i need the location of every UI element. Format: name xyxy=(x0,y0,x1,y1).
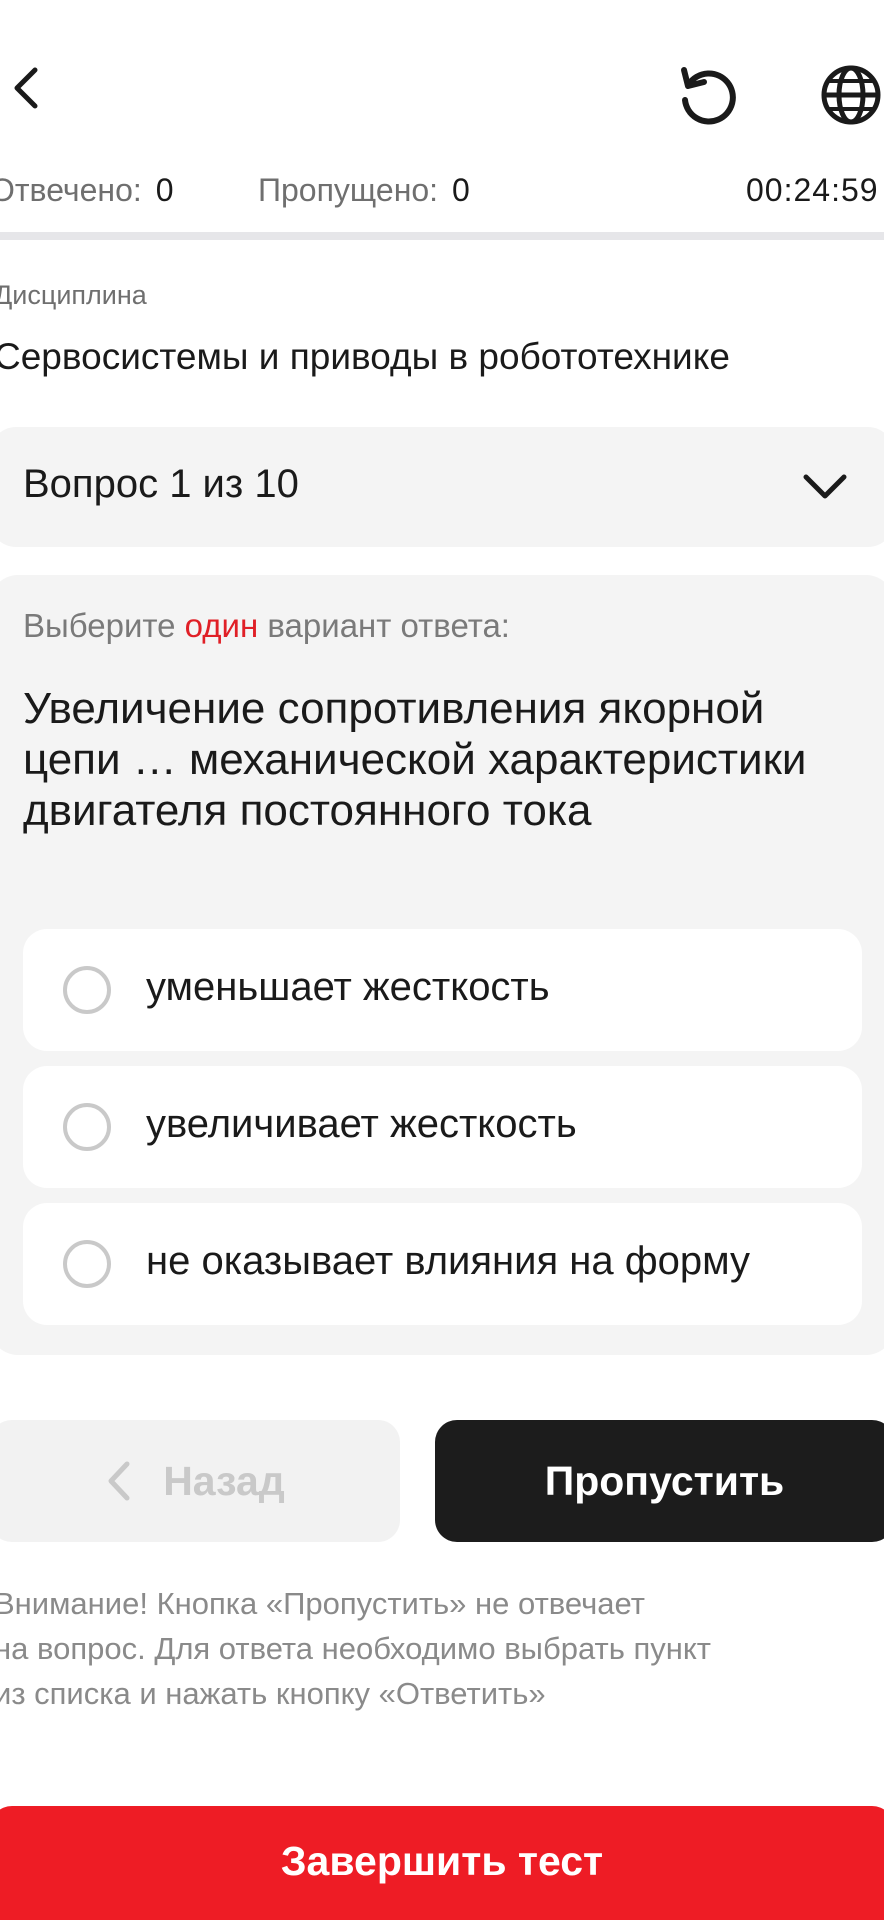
notice-line: из списка и нажать кнопку «Ответить» xyxy=(0,1676,546,1711)
finish-button-label: Завершить тест xyxy=(280,1837,604,1884)
option-label: уменьшает жесткость xyxy=(146,965,550,1009)
reload-icon[interactable] xyxy=(675,62,741,128)
answered-stat: Отвечено: 0 xyxy=(0,172,174,209)
notice-line: на вопрос. Для ответа необходимо выбрать… xyxy=(0,1631,711,1666)
radio-button[interactable] xyxy=(63,1240,111,1288)
back-icon[interactable] xyxy=(6,62,46,114)
skipped-stat: Пропущено: 0 xyxy=(258,172,470,209)
answer-instruction: Выберите один вариант ответа: xyxy=(23,607,510,645)
globe-icon-svg xyxy=(821,65,881,125)
discipline-value: Сервосистемы и приводы в робототехнике xyxy=(0,336,730,377)
skipped-value: 0 xyxy=(452,172,470,208)
finish-test-button[interactable]: Завершить тест xyxy=(0,1806,884,1920)
skip-notice: Внимание! Кнопка «Пропустить» не отвечае… xyxy=(0,1581,874,1716)
test-screen: Отвечено: 0 Пропущено: 0 00:24:59 Дисципли… xyxy=(0,0,884,1920)
question-text: Увеличение сопротивления якорной цепи … … xyxy=(23,684,807,835)
skip-button-label: Пропустить xyxy=(544,1457,785,1504)
option-label: увеличивает жесткость xyxy=(146,1102,577,1146)
divider xyxy=(0,232,884,240)
globe-icon[interactable] xyxy=(818,62,884,128)
skipped-label: Пропущено: xyxy=(258,172,439,208)
reload-icon-svg xyxy=(681,67,736,125)
radio-button[interactable] xyxy=(63,1103,111,1151)
answer-option[interactable]: уменьшает жесткость xyxy=(23,929,862,1051)
prev-question-button[interactable]: Назад xyxy=(0,1420,400,1542)
skip-button[interactable]: Пропустить xyxy=(435,1420,884,1542)
timer: 00:24:59 xyxy=(746,172,879,208)
radio-button[interactable] xyxy=(63,966,111,1014)
notice-line: Внимание! Кнопка «Пропустить» не отвечае… xyxy=(0,1586,645,1621)
stats-bar: Отвечено: 0 Пропущено: 0 00:24:59 xyxy=(0,172,884,222)
prev-button-label: Назад xyxy=(163,1457,285,1504)
discipline-label: Дисциплина xyxy=(0,280,147,310)
instruction-highlight: один xyxy=(184,607,259,644)
chevron-down-icon xyxy=(803,474,847,499)
instruction-post: вариант ответа: xyxy=(267,607,510,644)
question-card: Выберите один вариант ответа: Увеличение… xyxy=(0,575,884,1355)
chevron-left-icon xyxy=(108,1461,130,1501)
chevron-left-icon xyxy=(14,67,38,109)
instruction-pre: Выберите xyxy=(23,607,176,644)
answered-label: Отвечено: xyxy=(0,172,142,208)
top-bar xyxy=(0,0,884,160)
answer-option[interactable]: увеличивает жесткость xyxy=(23,1066,862,1188)
answer-option[interactable]: не оказывает влияния на форму xyxy=(23,1203,862,1325)
option-label: не оказывает влияния на форму xyxy=(146,1239,751,1283)
question-selector[interactable]: Вопрос 1 из 10 xyxy=(0,427,884,547)
answered-value: 0 xyxy=(155,172,174,208)
question-selector-text: Вопрос 1 из 10 xyxy=(23,462,299,506)
